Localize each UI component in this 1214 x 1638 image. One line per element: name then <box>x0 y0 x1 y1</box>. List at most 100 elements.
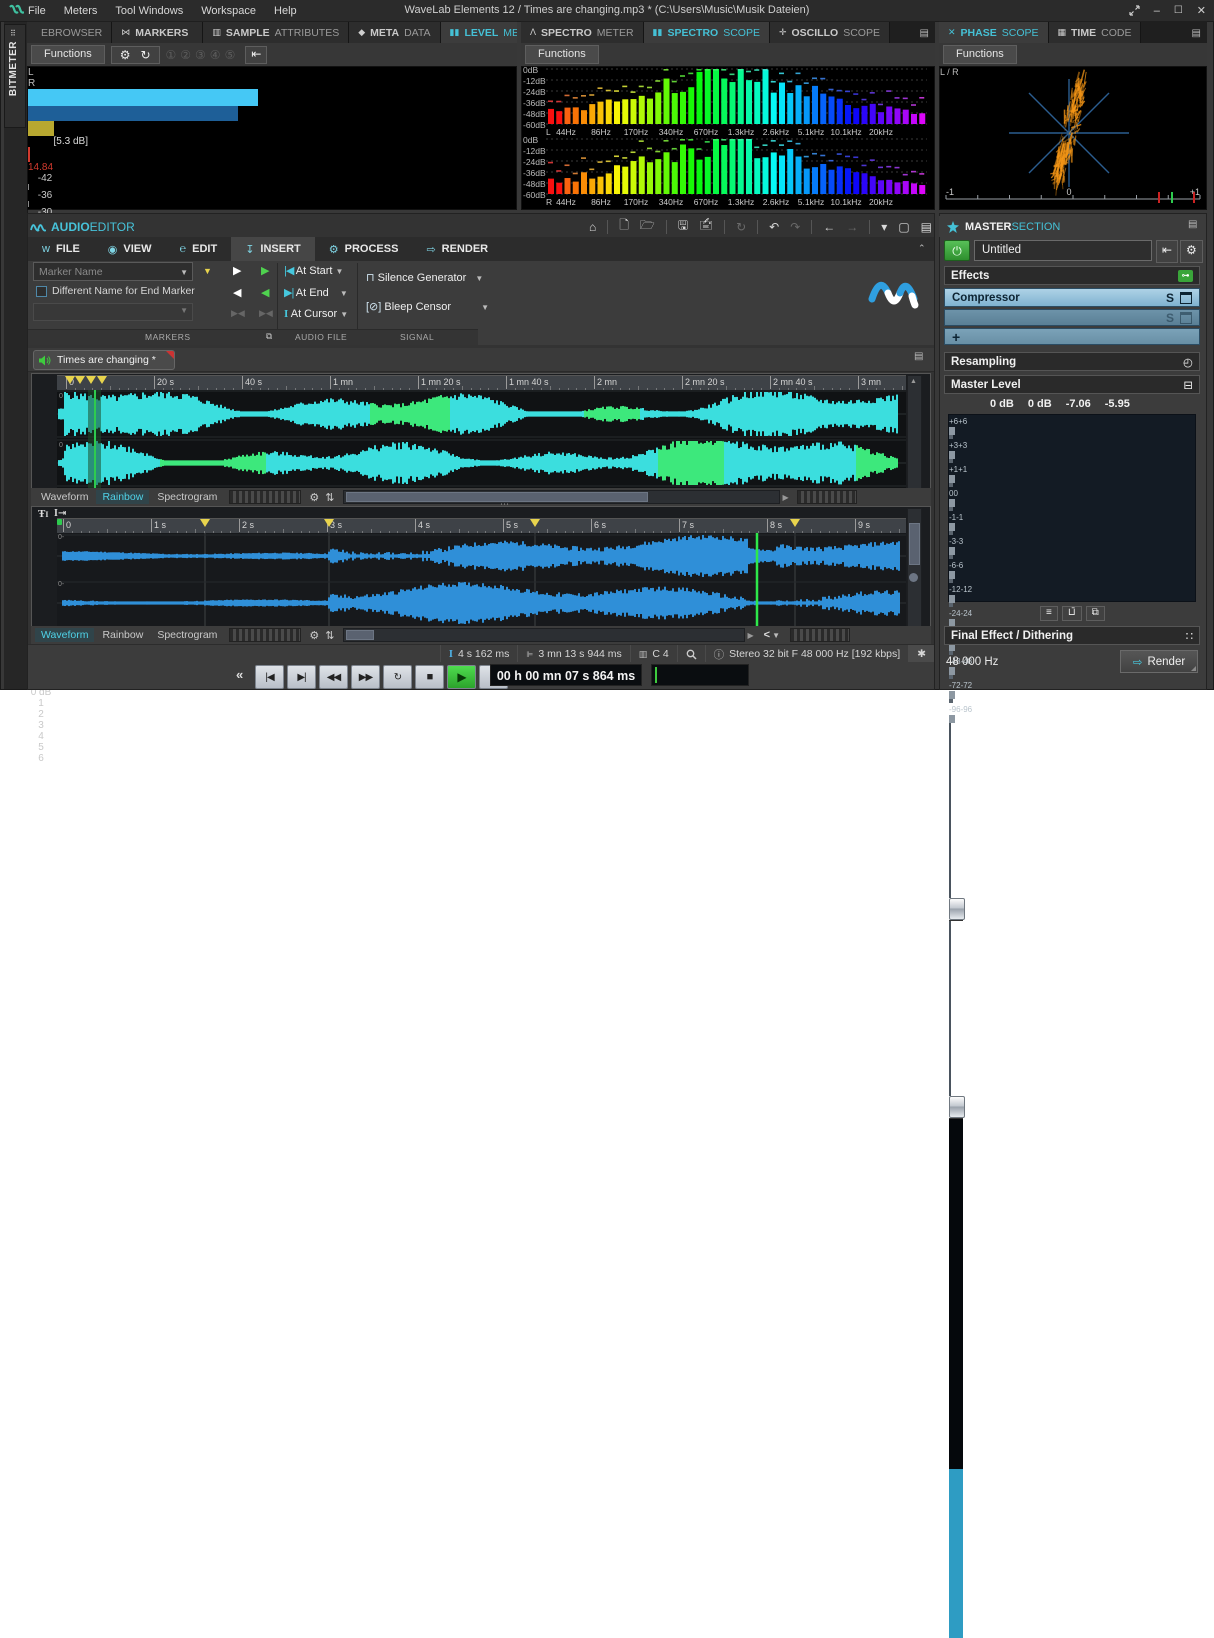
dropdown-icon[interactable]: ▾ <box>881 220 887 234</box>
menu-item-workspace[interactable]: Workspace <box>201 5 256 17</box>
meter-options-icon[interactable]: ≡ <box>1040 606 1058 621</box>
new-file-icon[interactable]: 🗋 <box>619 216 629 237</box>
at-end-button[interactable]: ▶| At End ▼ <box>284 286 348 299</box>
marker-name-input[interactable]: Marker Name ▼ <box>33 262 193 281</box>
effects-header[interactable]: Effects ⊶ <box>944 266 1200 285</box>
ribbon-tab-process[interactable]: ⚙PROCESS <box>315 237 413 261</box>
marker-triangle[interactable] <box>530 519 540 527</box>
overview-loudness-strip[interactable] <box>229 490 301 504</box>
main-hscrollbar[interactable] <box>343 628 745 642</box>
checkbox-box[interactable] <box>36 286 47 297</box>
at-cursor-button[interactable]: I At Cursor ▼ <box>284 308 348 320</box>
marker-triangle[interactable] <box>86 376 96 384</box>
solo-icon[interactable]: S <box>1166 291 1174 305</box>
status-file-length[interactable]: ⊫3 mn 13 s 944 ms <box>517 645 629 663</box>
open-folder-icon[interactable]: 🗁 <box>640 216 655 237</box>
phasescope-functions-button[interactable]: Functions <box>943 45 1017 64</box>
link-channels-icon[interactable]: ⧉ <box>1086 606 1105 621</box>
marker-type-dropdown-icon[interactable]: ▼ <box>203 266 212 276</box>
prev-marker-button[interactable]: ◀ <box>233 286 241 299</box>
bypass-icon[interactable] <box>1180 292 1192 304</box>
document-area-options-icon[interactable]: ▤ <box>914 351 929 366</box>
tab-timecode[interactable]: ▦TIMECODE <box>1049 22 1142 43</box>
main-loudness-strip[interactable] <box>229 628 301 642</box>
tab-sampleattributes[interactable]: ▥SAMPLEATTRIBUTES <box>203 22 349 43</box>
insert-point-icon[interactable]: ⊶ <box>1178 270 1193 282</box>
status-musical-note[interactable]: ▥C 4 <box>630 645 677 663</box>
gear-icon[interactable]: ⚙ <box>309 629 319 642</box>
view-mode-spectrogram[interactable]: Spectrogram <box>151 490 223 504</box>
status-zoom[interactable] <box>677 645 705 663</box>
levelmeter-settings-group[interactable]: ⚙↻ <box>111 46 160 64</box>
tab-oscilloscope[interactable]: ✛OSCILLOSCOPE <box>770 22 890 43</box>
close-button[interactable]: ✕ <box>1197 4 1206 17</box>
go-to-start-icon[interactable]: ⇤ <box>245 46 267 64</box>
save-icon[interactable]: 🖫 <box>678 216 688 237</box>
silence-generator-button[interactable]: ⊓ Silence Generator ▼ <box>366 271 483 284</box>
status-audio-format[interactable]: ⓘStereo 32 bit F 48 000 Hz [192 kbps] <box>705 645 909 663</box>
fader-right-handle[interactable] <box>949 1096 965 1118</box>
scroll-right-icon[interactable]: ▶ <box>748 631 754 640</box>
rewind-button[interactable]: ◀◀ <box>319 665 348 689</box>
ribbon-tab-edit[interactable]: ℮EDIT <box>166 237 232 261</box>
share-icon[interactable]: < <box>764 629 770 641</box>
marker-triangle[interactable] <box>790 519 800 527</box>
view-mode-waveform[interactable]: Waveform <box>35 628 94 642</box>
overview-hscrollbar[interactable] <box>343 490 780 504</box>
go-end-button[interactable]: ▶| <box>287 665 316 689</box>
go-start-button[interactable]: |◀ <box>255 665 284 689</box>
minimize-button[interactable]: – <box>1154 5 1160 17</box>
tab-phasescope[interactable]: ✕PHASESCOPE <box>939 22 1049 43</box>
unlock-icon[interactable]: ⊔̄ <box>1062 606 1082 621</box>
layout-options-icon[interactable]: ▤ <box>921 220 932 234</box>
sync-icon[interactable]: ⇅ <box>325 629 334 642</box>
resampling-header[interactable]: Resampling ◴ <box>944 352 1200 371</box>
overview-zoom-strip[interactable] <box>797 490 857 504</box>
master-power-button[interactable]: ⏻ <box>944 240 970 261</box>
master-level-header[interactable]: Master Level ⊟ <box>944 375 1200 394</box>
overview-waveform[interactable]: 00 <box>57 390 906 488</box>
loop-button[interactable]: ↻ <box>383 665 412 689</box>
view-mode-rainbow[interactable]: Rainbow <box>96 490 149 504</box>
marker-triangle[interactable] <box>324 519 334 527</box>
gear-icon[interactable]: ⚙ <box>1180 240 1203 263</box>
panel-options-icon[interactable]: ▤ <box>920 28 935 43</box>
nav-forward-icon[interactable]: → <box>846 220 858 234</box>
marker-triangle[interactable] <box>200 519 210 527</box>
restore-icon[interactable] <box>1129 5 1140 16</box>
end-marker-checkbox[interactable]: Different Name for End Marker <box>36 285 195 297</box>
forward-button[interactable]: ▶▶ <box>351 665 380 689</box>
final-effect-header[interactable]: Final Effect / Dithering ∷ <box>944 626 1200 645</box>
marker-triangle[interactable] <box>65 376 75 384</box>
tab-spectroscope[interactable]: ▮▮SPECTROSCOPE <box>644 22 770 43</box>
tab-spectrometer[interactable]: ΛSPECTROMETER <box>521 22 644 43</box>
revert-icon[interactable]: ↻ <box>736 220 746 234</box>
end-marker-name-input[interactable]: ▼ <box>33 303 193 321</box>
next-region-button[interactable]: ▶ <box>261 264 269 277</box>
zoom-knob[interactable] <box>909 573 918 582</box>
reset-icon[interactable]: ↻ <box>140 48 150 62</box>
ribbon-tab-file[interactable]: wFILE <box>28 237 94 261</box>
tab-bitmeter[interactable]: ⠿ BITMETER <box>4 24 26 128</box>
ribbon-tab-view[interactable]: ◉VIEW <box>94 237 166 261</box>
ribbon-tab-insert[interactable]: ↧INSERT <box>231 237 315 261</box>
master-preset-field[interactable]: Untitled <box>974 240 1152 261</box>
tab-metadata[interactable]: ◆METADATA <box>349 22 440 43</box>
fader-left-handle[interactable] <box>949 898 965 920</box>
gear-icon[interactable]: ⚙ <box>120 48 131 62</box>
marker-triangle[interactable] <box>75 376 85 384</box>
ribbon-collapse-icon[interactable]: ⌃ <box>918 243 926 254</box>
main-zoom-strip[interactable] <box>790 628 850 642</box>
overview-vscrollbar[interactable]: ▲ <box>907 375 922 490</box>
tab-markers[interactable]: ⋈MARKERS <box>112 22 203 43</box>
prev-region-button[interactable]: ◀ <box>261 286 269 299</box>
scroll-right-icon[interactable]: ▶ <box>783 493 789 502</box>
view-mode-spectrogram[interactable]: Spectrogram <box>151 628 223 642</box>
effect-slot-compressor[interactable]: Compressor S <box>944 288 1200 307</box>
scroll-up-icon[interactable]: ▲ <box>910 378 917 385</box>
save-as-icon[interactable]: 🖆 <box>699 216 713 237</box>
status-cursor-position[interactable]: I4 s 162 ms <box>440 645 517 663</box>
menu-item-meters[interactable]: Meters <box>64 5 98 17</box>
view-mode-waveform[interactable]: Waveform <box>35 490 94 504</box>
render-button[interactable]: ⇨ Render <box>1120 650 1198 673</box>
